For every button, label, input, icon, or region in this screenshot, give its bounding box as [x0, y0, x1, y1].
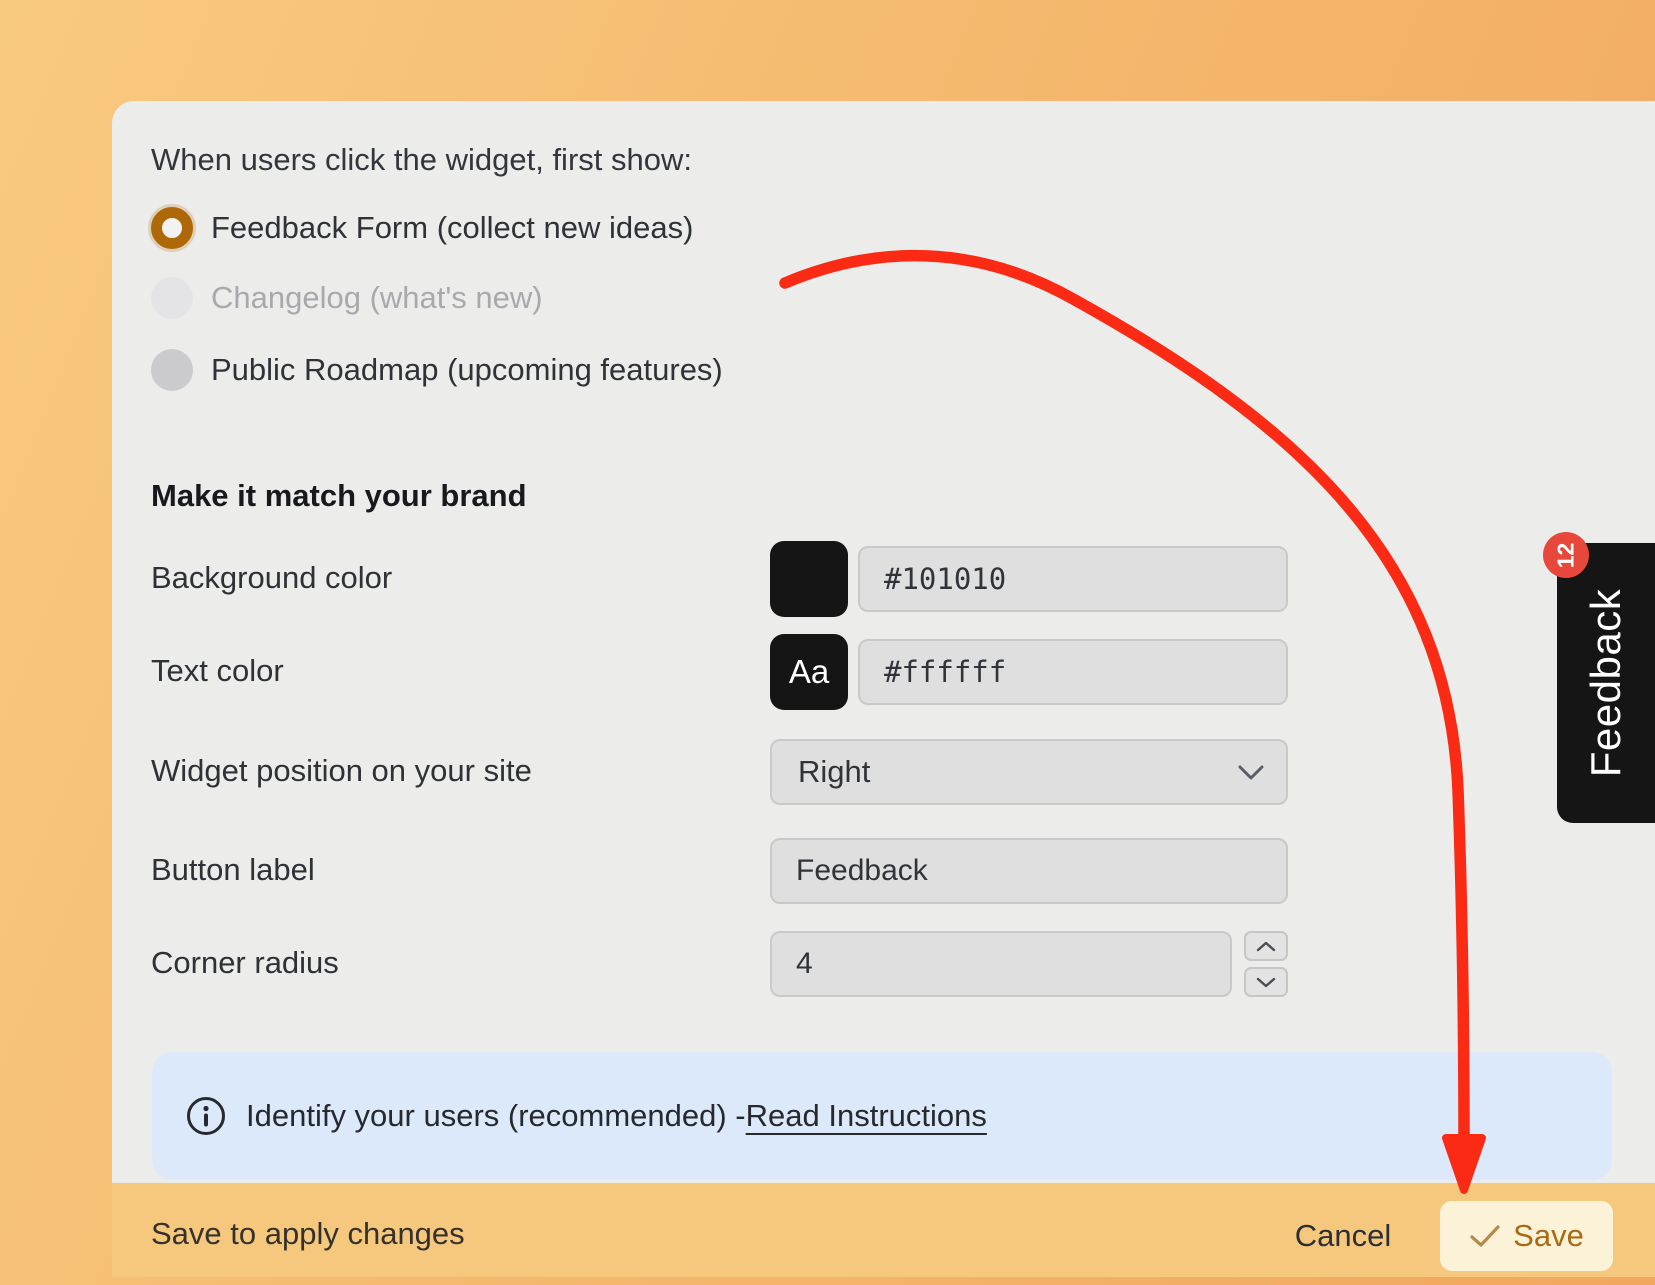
identify-users-banner: Identify your users (recommended) - Read… [152, 1052, 1612, 1180]
notification-badge: 12 [1543, 532, 1589, 578]
radio-label: Public Roadmap (upcoming features) [211, 352, 723, 388]
feedback-widget-tab-label: Feedback [1582, 589, 1630, 777]
corner-radius-increment-button[interactable] [1244, 931, 1288, 961]
text-color-swatch-label: Aa [789, 653, 829, 691]
radio-unselected-icon[interactable] [151, 349, 193, 391]
save-status-text: Save to apply changes [151, 1216, 465, 1252]
radio-selected-icon[interactable] [151, 207, 193, 249]
text-color-label: Text color [151, 653, 284, 689]
button-label-input[interactable] [770, 838, 1288, 904]
text-color-input[interactable] [858, 639, 1288, 705]
save-button[interactable]: Save [1440, 1201, 1613, 1271]
intro-label: When users click the widget, first show: [151, 141, 692, 179]
corner-radius-input[interactable] [770, 931, 1232, 997]
radio-label: Changelog (what's new) [211, 280, 543, 316]
cancel-button[interactable]: Cancel [1284, 1218, 1402, 1254]
notification-badge-count: 12 [1553, 542, 1580, 568]
corner-radius-label: Corner radius [151, 945, 339, 981]
chevron-down-icon [1238, 765, 1264, 780]
text-color-swatch[interactable]: Aa [770, 634, 848, 710]
radio-label: Feedback Form (collect new ideas) [211, 210, 693, 246]
chevron-up-icon [1256, 941, 1276, 952]
background-color-swatch[interactable] [770, 541, 848, 617]
corner-radius-decrement-button[interactable] [1244, 967, 1288, 997]
radio-option-feedback-form[interactable]: Feedback Form (collect new ideas) [151, 207, 693, 249]
identify-users-text: Identify your users (recommended) - [246, 1098, 746, 1134]
widget-position-label: Widget position on your site [151, 753, 532, 789]
screen: When users click the widget, first show:… [0, 0, 1655, 1285]
radio-option-public-roadmap[interactable]: Public Roadmap (upcoming features) [151, 349, 723, 391]
radio-disabled-icon[interactable] [151, 277, 193, 319]
widget-position-value: Right [798, 754, 870, 790]
info-circle-icon [185, 1095, 227, 1137]
background-color-label: Background color [151, 560, 392, 596]
chevron-down-icon [1256, 977, 1276, 988]
widget-position-select[interactable]: Right [770, 739, 1288, 805]
save-button-label: Save [1513, 1218, 1584, 1254]
radio-option-changelog[interactable]: Changelog (what's new) [151, 277, 543, 319]
brand-heading: Make it match your brand [151, 478, 527, 514]
checkmark-icon [1469, 1224, 1501, 1249]
read-instructions-link[interactable]: Read Instructions [746, 1098, 987, 1134]
background-color-input[interactable] [858, 546, 1288, 612]
button-label-label: Button label [151, 852, 315, 888]
